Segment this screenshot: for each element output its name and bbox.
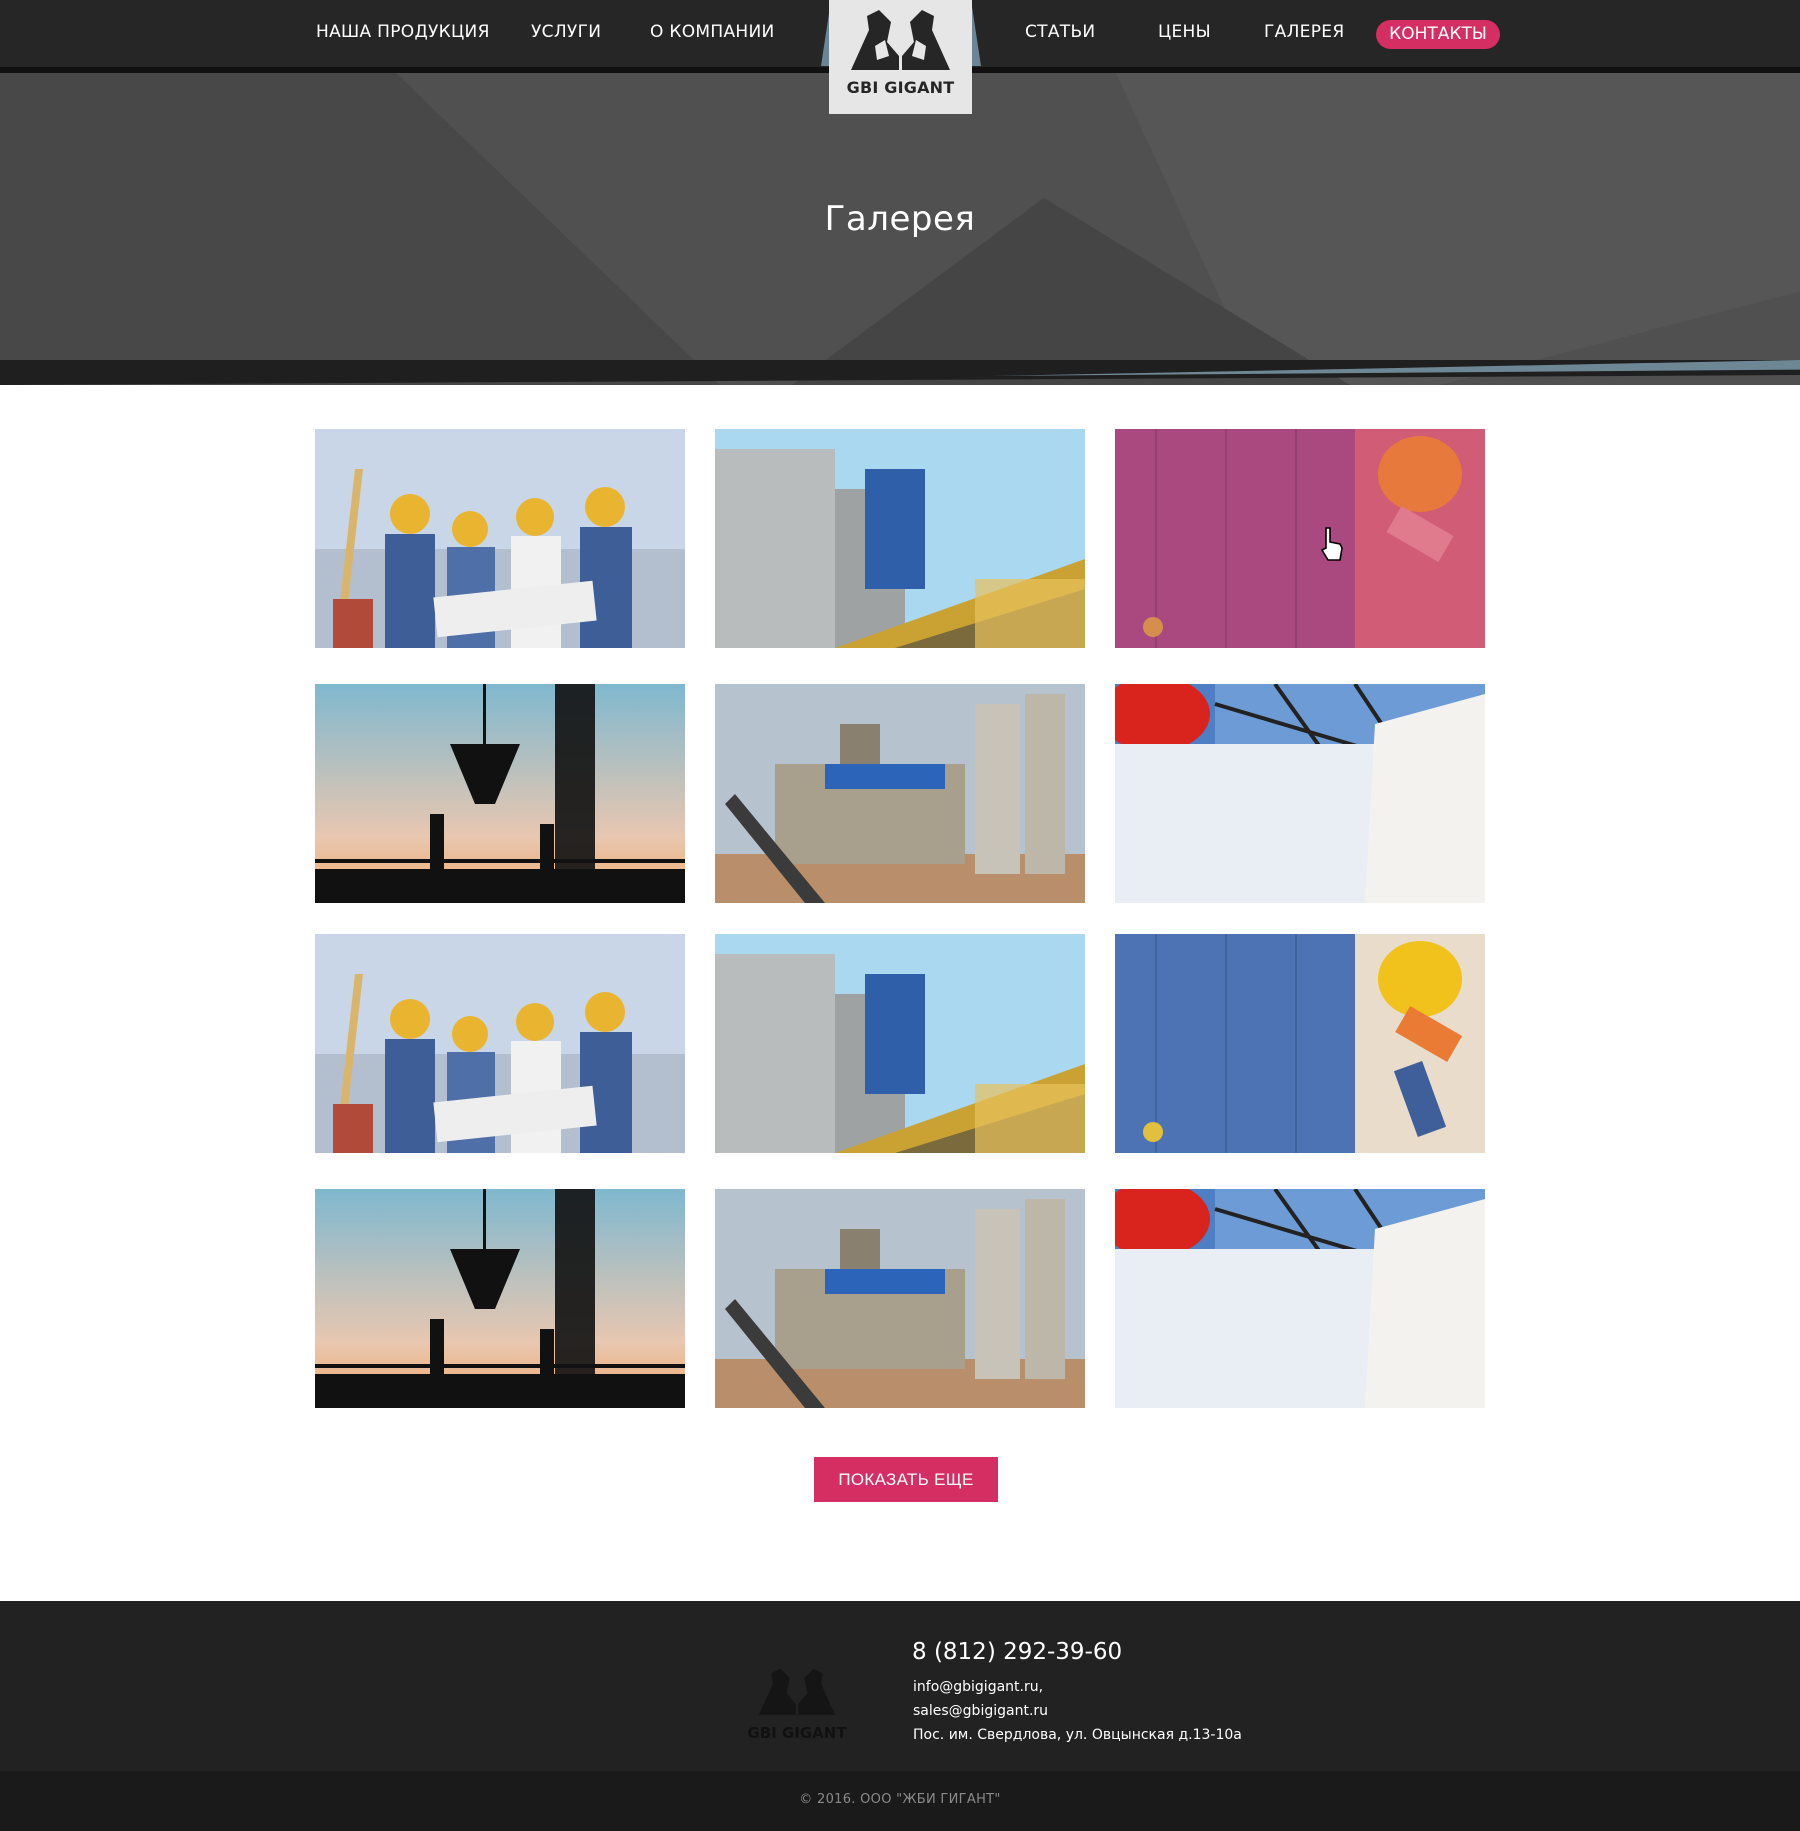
nav-gallery[interactable]: ГАЛЕРЕЯ (1264, 22, 1344, 42)
footer-email-sales[interactable]: sales@gbigigant.ru (913, 1703, 1048, 1719)
gallery-image-hardhat-pink[interactable] (1115, 429, 1485, 648)
gallery-image-crane-silhouette[interactable] (315, 1189, 685, 1408)
photo-silhouette-icon (315, 684, 685, 903)
footer-email-info[interactable]: info@gbigigant.ru, (913, 1679, 1043, 1695)
show-more-button[interactable]: ПОКАЗАТЬ ЕЩЕ (814, 1457, 998, 1502)
gallery-image-cement-plant[interactable] (715, 684, 1085, 903)
photo-hardhat-icon (1115, 934, 1485, 1153)
photo-workers-icon (315, 934, 685, 1153)
photo-workers-icon (315, 429, 685, 648)
logo-icon (851, 10, 950, 70)
nav-articles[interactable]: СТАТЬИ (1025, 22, 1095, 42)
nav-contacts-button[interactable]: КОНТАКТЫ (1376, 20, 1500, 49)
copyright-bar: © 2016. ООО "ЖБИ ГИГАНТ" (0, 1771, 1800, 1831)
gallery-image-engineer[interactable] (1115, 684, 1485, 903)
footer-logo-text: GBI GIGANT (747, 1724, 847, 1742)
gallery-image-workers[interactable] (315, 429, 685, 648)
gallery-image-engineer[interactable] (1115, 1189, 1485, 1408)
footer-logo[interactable]: GBI GIGANT (742, 1656, 852, 1746)
photo-plant-icon (715, 1189, 1085, 1408)
photo-building-icon (715, 429, 1085, 648)
photo-hardhat-icon (1115, 429, 1485, 648)
page-title: Галерея (824, 199, 976, 239)
nav-about[interactable]: О КОМПАНИИ (650, 22, 775, 42)
nav-prices[interactable]: ЦЕНЫ (1158, 22, 1211, 42)
logo-text: GBI GIGANT (846, 78, 955, 97)
footer: GBI GIGANT 8 (812) 292-39-60 info@gbigig… (0, 1601, 1800, 1771)
photo-engineer-icon (1115, 1189, 1485, 1408)
gallery-image-crane-silhouette[interactable] (315, 684, 685, 903)
photo-building-icon (715, 934, 1085, 1153)
gallery-image-building[interactable] (715, 934, 1085, 1153)
footer-phone[interactable]: 8 (812) 292-39-60 (912, 1639, 1122, 1665)
photo-engineer-icon (1115, 684, 1485, 903)
photo-plant-icon (715, 684, 1085, 903)
site-logo[interactable]: GBI GIGANT (829, 0, 972, 114)
gallery-image-building[interactable] (715, 429, 1085, 648)
logo-icon (758, 1668, 836, 1715)
hero-banner: Галерея (0, 73, 1800, 385)
gallery-image-workers[interactable] (315, 934, 685, 1153)
footer-address: Пос. им. Свердлова, ул. Овцынская д.13-1… (913, 1727, 1242, 1743)
copyright-text: © 2016. ООО "ЖБИ ГИГАНТ" (799, 1792, 1001, 1807)
nav-products[interactable]: НАША ПРОДУКЦИЯ (316, 22, 490, 42)
photo-silhouette-icon (315, 1189, 685, 1408)
nav-services[interactable]: УСЛУГИ (531, 22, 601, 42)
gallery-image-cement-plant[interactable] (715, 1189, 1085, 1408)
gallery-image-hardhat-blue[interactable] (1115, 934, 1485, 1153)
pointer-cursor-icon (1320, 527, 1343, 561)
